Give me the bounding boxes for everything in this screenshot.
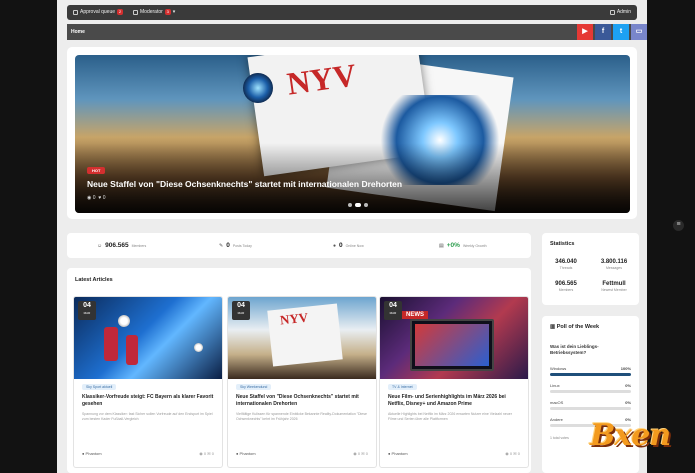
nav-home[interactable]: Home [71, 29, 85, 35]
article-card[interactable]: 04 MAR Sky Sport aktuell Klassiker-Vorfr… [73, 296, 223, 468]
article-card[interactable]: NYV 04 MAR Sky Weekendund Neue Staffel v… [227, 296, 377, 468]
facebook-icon[interactable]: f [595, 24, 611, 40]
poll-option[interactable]: Linux 0% [550, 383, 631, 393]
article-image[interactable] [74, 297, 222, 379]
stat-weekly-growth: ▤ +0% Weekly Growth [439, 242, 487, 249]
hot-badge: HOT [87, 167, 106, 174]
statistic-members: 906.565 Members [555, 281, 577, 292]
brand-watermark-logo: Bxen [590, 418, 671, 453]
users-icon: ☺ [97, 242, 103, 249]
article-excerpt: Spannung vor dem Klassiker: fast Sicher … [82, 412, 213, 421]
comment-icon: ✎ [219, 242, 224, 249]
hero-meta: ◉ 0 ♥ 0 [87, 195, 106, 201]
forum-page: Approval queue 2 Moderator 3 ▾ Admin Hom… [57, 0, 647, 473]
moderator-count-badge: 3 [164, 9, 171, 15]
stat-members: ☺ 906.565 Members [97, 242, 147, 249]
side-menu-toggle[interactable]: ≡ [673, 220, 684, 231]
poll-option[interactable]: macOS 0% [550, 400, 631, 410]
bar-chart-icon: ▥ [550, 324, 556, 330]
lock-icon [73, 9, 78, 15]
category-tag[interactable]: Sky Sport aktuell [82, 384, 117, 390]
tv-icon[interactable]: ▭ [631, 24, 647, 40]
slider-dot[interactable] [348, 203, 352, 207]
chevron-down-icon: ▾ [172, 9, 176, 15]
camera-lens-image [243, 73, 273, 103]
slider-dot[interactable] [364, 203, 368, 207]
article-image[interactable]: NYV [228, 297, 376, 379]
poll-bar-fill [550, 373, 631, 376]
hero-card: NYV HOT Neue Staffel von "Diese Ochsenkn… [67, 47, 637, 219]
main-navigation: Home ▶ f t ▭ [67, 24, 647, 40]
article-meta: ◉ 0 ✉ 0 [353, 451, 368, 456]
admin-link[interactable]: Admin [609, 9, 631, 15]
lock-icon [609, 9, 615, 15]
poll-total-votes: 1 total votes [550, 436, 569, 440]
youtube-icon[interactable]: ▶ [577, 24, 593, 40]
article-author[interactable]: ● Phantom [388, 451, 408, 456]
laptop-image [410, 319, 494, 371]
article-title[interactable]: Neue Film- und Serienhighlights im März … [388, 394, 520, 408]
poll-option[interactable]: Windows 100% [550, 366, 631, 376]
moderator-link[interactable]: Moderator 3 ▾ [133, 9, 175, 15]
user-icon: ● [388, 451, 391, 456]
eye-icon: ◉ [199, 451, 203, 456]
article-excerpt: Vielfältige Kulissen für spannende Einbl… [236, 412, 367, 421]
article-image[interactable]: NEWS [380, 297, 528, 379]
date-badge: 04 MAR [78, 301, 96, 320]
latest-articles-title: Latest Articles [75, 277, 113, 283]
category-tag[interactable]: TV & Internet [388, 384, 417, 390]
approval-count-badge: 2 [117, 9, 124, 15]
comment-icon: ✉ [361, 451, 365, 456]
stat-online-now: ● 0 Online Now [333, 242, 364, 249]
date-badge: 04 MAR [384, 301, 402, 320]
article-meta: ◉ 0 ✉ 0 [199, 451, 214, 456]
article-meta: ◉ 0 ✉ 0 [505, 451, 520, 456]
category-tag[interactable]: Sky Weekendund [236, 384, 272, 390]
menu-icon: ≡ [676, 221, 681, 228]
hero-slider[interactable]: NYV HOT Neue Staffel von "Diese Ochsenkn… [75, 55, 630, 213]
article-card[interactable]: NEWS 04 MAR TV & Internet Neue Film- und… [379, 296, 529, 468]
article-title[interactable]: Neue Staffel von "Diese Ochsenknechts" s… [236, 394, 368, 408]
thumbs-up-icon: ♥ [98, 195, 102, 201]
comment-icon: ✉ [207, 451, 211, 456]
user-icon: ● [82, 451, 85, 456]
stat-posts-today: ✎ 0 Posts Today [219, 242, 252, 249]
statistic-messages: 3.800.116 Messages [600, 259, 628, 270]
article-author[interactable]: ● Phantom [236, 451, 256, 456]
comment-icon: ✉ [513, 451, 517, 456]
statistic-threads: 346.040 Threads [555, 259, 577, 270]
shield-icon [133, 9, 138, 15]
statistic-newest-member[interactable]: Fettmull Newest Member [590, 281, 638, 292]
poll-question: Was ist dein Lieblings-Betriebssystem? [550, 344, 599, 355]
admin-top-bar: Approval queue 2 Moderator 3 ▾ Admin [67, 5, 637, 20]
latest-articles: Latest Articles 04 MAR Sky Sport aktuell… [67, 268, 531, 473]
date-badge: 04 MAR [232, 301, 250, 320]
user-icon: ● [236, 451, 239, 456]
article-title[interactable]: Klassiker-Vorfreude steigt: FC Bayern al… [82, 394, 214, 408]
stats-row: ☺ 906.565 Members ✎ 0 Posts Today ● 0 On… [67, 233, 531, 258]
twitter-icon[interactable]: t [613, 24, 629, 40]
poll-title: ▥ Poll of the Week [550, 324, 600, 330]
hero-title[interactable]: Neue Staffel von "Diese Ochsenknechts" s… [87, 179, 402, 189]
eye-icon: ◉ [505, 451, 509, 456]
slider-dot-active[interactable] [355, 203, 361, 207]
statistics-title: Statistics [550, 241, 575, 247]
slider-dots [348, 203, 368, 207]
statistics-widget: Statistics 346.040 Threads 3.800.116 Mes… [542, 233, 639, 305]
article-author[interactable]: ● Phantom [82, 451, 102, 456]
article-excerpt: Aktuelle Highlights bei Netflix im März … [388, 412, 512, 421]
football-image [118, 315, 130, 327]
approval-queue-link[interactable]: Approval queue 2 [73, 9, 124, 15]
eye-icon: ◉ [87, 195, 92, 201]
chart-icon: ▤ [439, 242, 444, 249]
eye-icon: ◉ [353, 451, 357, 456]
user-icon: ● [333, 242, 337, 249]
